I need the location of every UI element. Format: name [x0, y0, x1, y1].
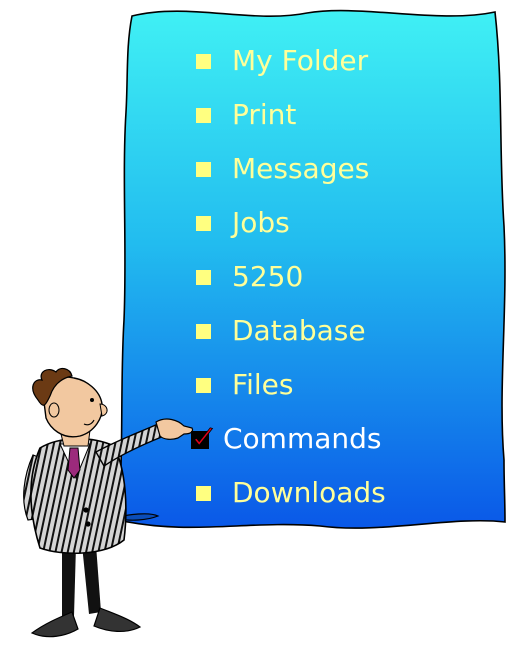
menu-item-commands[interactable]: Commands	[140, 412, 510, 466]
menu-item-messages[interactable]: Messages	[140, 142, 510, 196]
menu-item-downloads[interactable]: Downloads	[140, 466, 510, 520]
menu-item-label: Database	[232, 314, 366, 347]
square-bullet-icon	[196, 269, 211, 285]
menu-item-print[interactable]: Print	[140, 88, 510, 142]
menu-item-label: Files	[232, 368, 294, 401]
menu-item-label: Jobs	[232, 206, 290, 239]
menu-item-label: Commands	[223, 422, 382, 455]
square-bullet-icon	[196, 53, 211, 69]
menu-item-5250[interactable]: 5250	[140, 250, 510, 304]
menu-item-label: Print	[232, 98, 297, 131]
menu-item-jobs[interactable]: Jobs	[140, 196, 510, 250]
square-bullet-icon	[196, 485, 211, 501]
square-bullet-icon	[196, 161, 211, 177]
square-bullet-icon	[196, 107, 211, 123]
menu-item-label: My Folder	[232, 44, 369, 77]
square-bullet-icon	[196, 215, 211, 231]
checkmark-box-icon	[191, 427, 214, 449]
square-bullet-icon	[196, 323, 211, 339]
menu-item-label: Messages	[232, 152, 370, 185]
square-bullet-icon	[196, 377, 211, 393]
menu-item-label: Downloads	[232, 476, 386, 509]
menu-list: My Folder Print Messages Jobs 5250 Datab…	[140, 34, 510, 520]
menu-item-database[interactable]: Database	[140, 304, 510, 358]
menu-item-label: 5250	[232, 260, 304, 293]
menu-item-files[interactable]: Files	[140, 358, 510, 412]
menu-item-my-folder[interactable]: My Folder	[140, 34, 510, 88]
